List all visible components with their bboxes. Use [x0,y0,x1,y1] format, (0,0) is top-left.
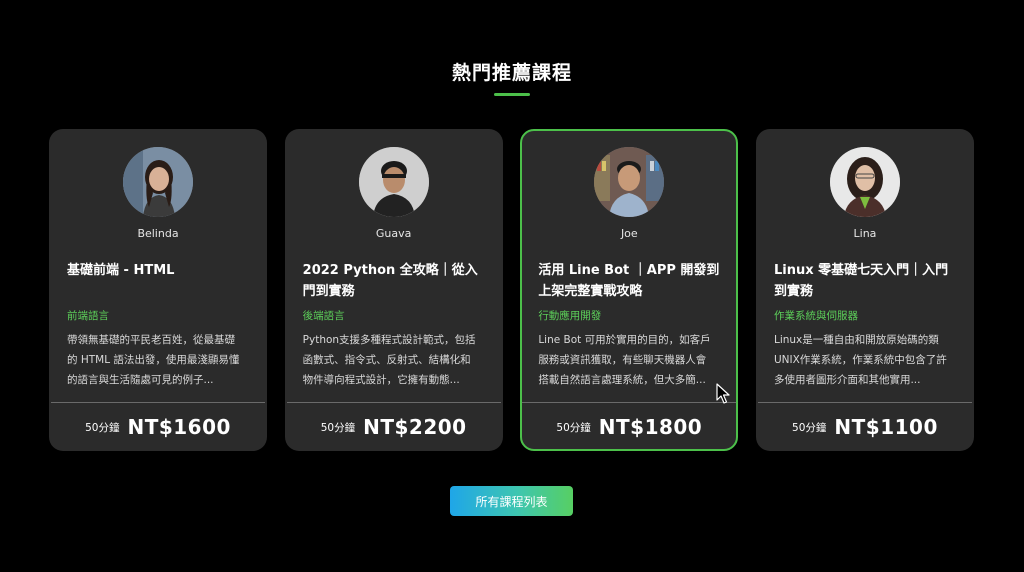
course-description: Linux是一種自由和開放原始碼的類UNIX作業系統，作業系統中包含了許多使用者… [773,334,947,386]
course-price: NT$1100 [834,415,938,439]
course-price: NT$1800 [598,415,703,439]
teacher-name: Joe [620,227,638,240]
avatar [123,147,193,217]
avatar [829,147,900,217]
course-price: NT$1600 [127,415,231,439]
course-title[interactable]: Linux 零基礎七天入門｜入門到實務 [774,260,956,302]
title-underline [494,93,530,96]
course-title[interactable]: 2022 Python 全攻略｜從入門到實務 [303,260,485,302]
course-card[interactable]: Guava 2022 Python 全攻略｜從入門到實務 後端語言 Python… [284,129,503,451]
price-row: 50分鐘 NT$1600 [51,403,265,451]
course-card[interactable]: Belinda 基礎前端 - HTML 前端語言 帶領無基礎的平民老百姓，從最基… [49,129,267,451]
avatar [358,147,429,217]
course-category: 前端語言 [67,310,109,322]
course-card-highlighted[interactable]: Joe 活用 Line Bot ｜APP 開發到上架完整實戰攻略 行動應用開發 … [520,129,739,451]
course-category: 後端語言 [302,310,345,322]
course-description: Python支援多種程式設計範式，包括函數式、指令式、反射式、結構化和物件導向程… [302,334,476,386]
course-description: 帶領無基礎的平民老百姓，從最基礎的 HTML 語法出發，使用最淺顯易懂的語言與生… [67,334,240,386]
course-category: 行動應用開發 [538,310,602,322]
mouse-cursor-icon [716,383,730,404]
price-row: 50分鐘 NT$1800 [522,403,736,451]
section-title: 熱門推薦課程 [451,62,572,84]
all-courses-button[interactable]: 所有課程列表 [450,486,573,516]
course-title[interactable]: 基礎前端 - HTML [67,260,249,281]
course-duration: 50分鐘 [556,421,591,434]
course-duration: 50分鐘 [85,421,120,434]
teacher-name: Guava [375,227,412,240]
course-duration: 50分鐘 [792,421,827,434]
avatar [594,147,665,217]
course-price: NT$2200 [363,415,467,439]
course-card-list: Belinda 基礎前端 - HTML 前端語言 帶領無基礎的平民老百姓，從最基… [49,129,974,451]
price-row: 50分鐘 NT$1100 [758,403,972,451]
teacher-name: Lina [853,227,877,240]
course-title[interactable]: 活用 Line Bot ｜APP 開發到上架完整實戰攻略 [538,260,720,302]
price-row: 50分鐘 NT$2200 [287,403,501,451]
course-description: Line Bot 可用於實用的目的，如客戶服務或資訊獲取，有些聊天機器人會搭載自… [538,334,711,386]
course-card[interactable]: Lina Linux 零基礎七天入門｜入門到實務 作業系統與伺服器 Linux是… [755,129,974,451]
course-duration: 50分鐘 [320,421,356,434]
course-category: 作業系統與伺服器 [773,310,858,322]
teacher-name: Belinda [137,227,179,240]
